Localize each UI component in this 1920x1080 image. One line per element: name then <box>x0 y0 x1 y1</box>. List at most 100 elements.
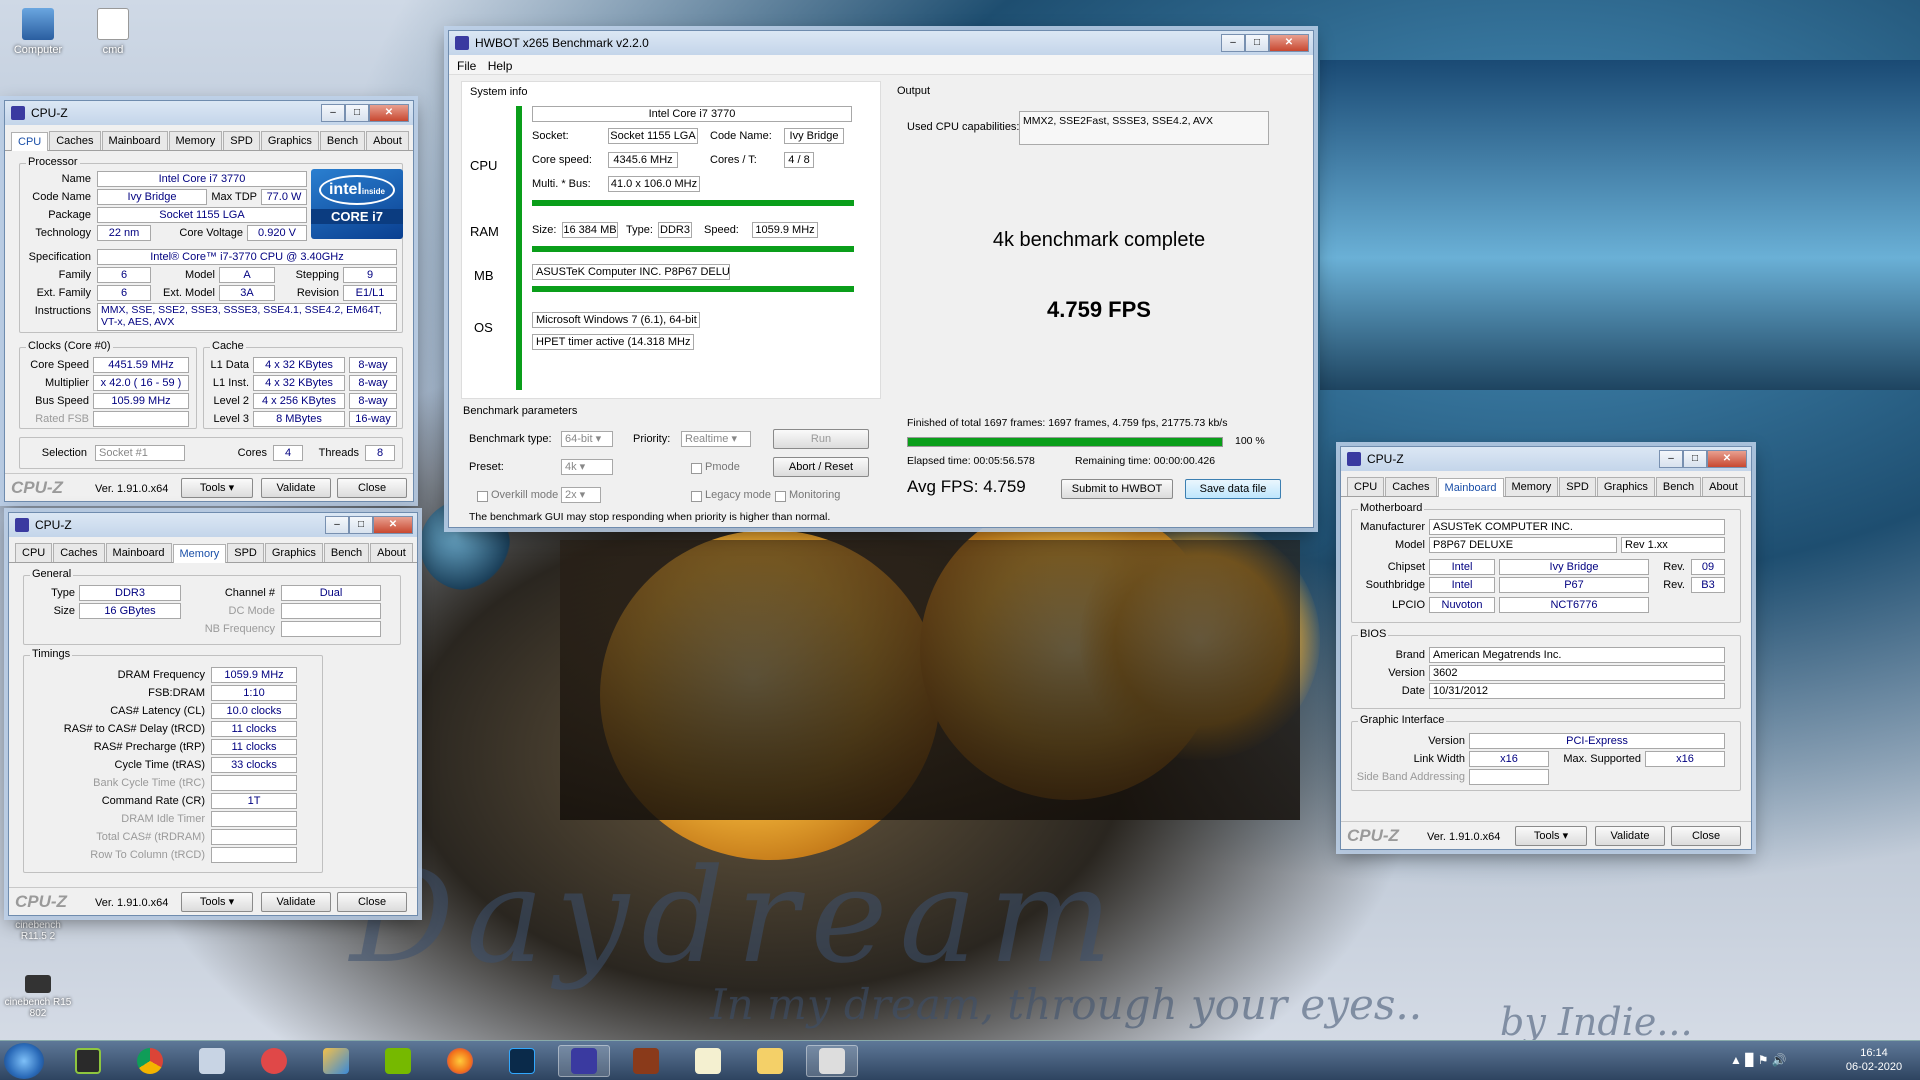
submit-hwbot-button[interactable]: Submit to HWBOT <box>1061 479 1173 499</box>
tab-caches[interactable]: Caches <box>53 543 105 562</box>
tray-clock[interactable]: 16:14 06-02-2020 <box>1834 1046 1914 1074</box>
taskbar-app-chrome[interactable] <box>124 1045 176 1077</box>
tab-memory[interactable]: Memory <box>168 131 223 150</box>
selection-select[interactable]: Socket #1 <box>95 445 185 461</box>
abort-reset-button[interactable]: Abort / Reset <box>773 457 869 477</box>
tab-bench[interactable]: Bench <box>319 131 366 150</box>
cpuz-titlebar[interactable]: CPU-Z – □ ✕ <box>5 101 413 125</box>
minimize-button[interactable]: – <box>325 516 349 534</box>
tab-about[interactable]: About <box>366 131 409 150</box>
tab-bench[interactable]: Bench <box>323 543 370 562</box>
tab-cpu[interactable]: CPU <box>15 543 53 562</box>
maximize-button[interactable]: □ <box>1683 450 1707 468</box>
menu-file[interactable]: File <box>457 59 476 73</box>
tab-spd[interactable]: SPD <box>1559 477 1596 496</box>
tab-graphics[interactable]: Graphics <box>260 131 319 150</box>
tab-memory[interactable]: Memory <box>1504 477 1559 496</box>
desktop-icon-cmd[interactable]: cmd <box>78 8 148 56</box>
timing-label: RAS# Precharge (tRP) <box>93 741 205 753</box>
taskbar-app-notepad[interactable] <box>682 1045 734 1077</box>
taskbar-app-calculator[interactable] <box>186 1045 238 1077</box>
taskbar-app-memory-tool[interactable] <box>620 1045 672 1077</box>
tab-memory[interactable]: Memory <box>172 544 227 563</box>
maximize-button[interactable]: □ <box>349 516 373 534</box>
pmode-checkbox[interactable] <box>691 463 702 474</box>
validate-button[interactable]: Validate <box>261 478 331 498</box>
timing-label: DRAM Frequency <box>117 669 205 681</box>
clock-date: 06-02-2020 <box>1845 1061 1903 1073</box>
taskbar-app-gpu-tweak[interactable] <box>62 1045 114 1077</box>
file-icon <box>97 8 129 40</box>
timing-value: 33 clocks <box>211 757 297 773</box>
priority-select[interactable]: Realtime ▾ <box>681 431 751 447</box>
validate-button[interactable]: Validate <box>261 892 331 912</box>
preset-select[interactable]: 4k ▾ <box>561 459 613 475</box>
maximize-button[interactable]: □ <box>1245 34 1269 52</box>
tray-icons[interactable]: ▲ ▉ ⚑ 🔊 <box>1730 1053 1787 1067</box>
close-window-button[interactable]: ✕ <box>1269 34 1309 52</box>
tab-cpu[interactable]: CPU <box>1347 477 1385 496</box>
tab-mainboard[interactable]: Mainboard <box>105 543 172 562</box>
taskbar-app-paint[interactable] <box>310 1045 362 1077</box>
tab-caches[interactable]: Caches <box>1385 477 1437 496</box>
tab-caches[interactable]: Caches <box>49 131 101 150</box>
close-button[interactable]: Close <box>1671 826 1741 846</box>
taskbar-app-nvidia[interactable] <box>372 1045 424 1077</box>
save-data-button[interactable]: Save data file <box>1185 479 1281 499</box>
tools-button[interactable]: Tools ▾ <box>181 478 253 498</box>
timing-label: Command Rate (CR) <box>101 795 205 807</box>
validate-button[interactable]: Validate <box>1595 826 1665 846</box>
tab-cpu[interactable]: CPU <box>11 132 49 151</box>
ram-section-label: RAM <box>470 224 499 239</box>
tab-mainboard[interactable]: Mainboard <box>1437 478 1504 497</box>
tab-graphics[interactable]: Graphics <box>264 543 323 562</box>
benchmark-params-panel: Benchmark parameters Benchmark type: 64-… <box>461 403 881 523</box>
paint-icon <box>323 1048 349 1074</box>
taskbar-app-photoshop[interactable] <box>496 1045 548 1077</box>
tab-about[interactable]: About <box>1702 477 1745 496</box>
minimize-button[interactable]: – <box>1221 34 1245 52</box>
minimize-button[interactable]: – <box>321 104 345 122</box>
taskbar-app-hwbot[interactable] <box>806 1045 858 1077</box>
maximize-button[interactable]: □ <box>345 104 369 122</box>
minimize-button[interactable]: – <box>1659 450 1683 468</box>
cpuz-tabs: CPU Caches Mainboard Memory SPD Graphics… <box>1341 471 1751 497</box>
start-button[interactable] <box>4 1043 44 1079</box>
close-window-button[interactable]: ✕ <box>1707 450 1747 468</box>
tab-spd[interactable]: SPD <box>223 131 260 150</box>
status-text: 4k benchmark complete <box>992 229 1206 251</box>
taskbar-app-cpuz[interactable] <box>558 1045 610 1077</box>
menubar: File Help <box>449 55 1313 75</box>
legacy-checkbox[interactable] <box>691 491 702 502</box>
taskbar-app-snipping[interactable] <box>248 1045 300 1077</box>
close-button[interactable]: Close <box>337 478 407 498</box>
monitoring-checkbox[interactable] <box>775 491 786 502</box>
close-button[interactable]: Close <box>337 892 407 912</box>
close-window-button[interactable]: ✕ <box>373 516 413 534</box>
tab-bench[interactable]: Bench <box>1655 477 1702 496</box>
tab-about[interactable]: About <box>370 543 413 562</box>
hwbot-titlebar[interactable]: HWBOT x265 Benchmark v2.2.0 – □ ✕ <box>449 31 1313 55</box>
desktop-icon-computer[interactable]: Computer <box>3 8 73 56</box>
tools-button[interactable]: Tools ▾ <box>1515 826 1587 846</box>
tools-button[interactable]: Tools ▾ <box>181 892 253 912</box>
run-button[interactable]: Run <box>773 429 869 449</box>
taskbar-app-firefox[interactable] <box>434 1045 486 1077</box>
overkill-checkbox[interactable] <box>477 491 488 502</box>
overkill-select[interactable]: 2x ▾ <box>561 487 601 503</box>
desktop-icon-cinebench-r15[interactable]: cinebench R15 802 <box>3 975 73 1019</box>
close-window-button[interactable]: ✕ <box>369 104 409 122</box>
desktop-icon-cinebench-r115[interactable]: cinebench R11.5 2 <box>3 920 73 942</box>
cpuz-titlebar[interactable]: CPU-Z – □ ✕ <box>9 513 417 537</box>
tab-spd[interactable]: SPD <box>227 543 264 562</box>
system-info-label: System info <box>470 86 528 98</box>
tab-graphics[interactable]: Graphics <box>1596 477 1655 496</box>
southbridge-field: P67 <box>1499 577 1649 593</box>
cpuz-titlebar[interactable]: CPU-Z – □ ✕ <box>1341 447 1751 471</box>
tab-mainboard[interactable]: Mainboard <box>101 131 168 150</box>
menu-help[interactable]: Help <box>488 59 513 73</box>
bench-type-select[interactable]: 64-bit ▾ <box>561 431 613 447</box>
progress-percent: 100 % <box>1235 435 1265 447</box>
overkill-label: Overkill mode <box>491 489 559 501</box>
taskbar-app-explorer[interactable] <box>744 1045 796 1077</box>
